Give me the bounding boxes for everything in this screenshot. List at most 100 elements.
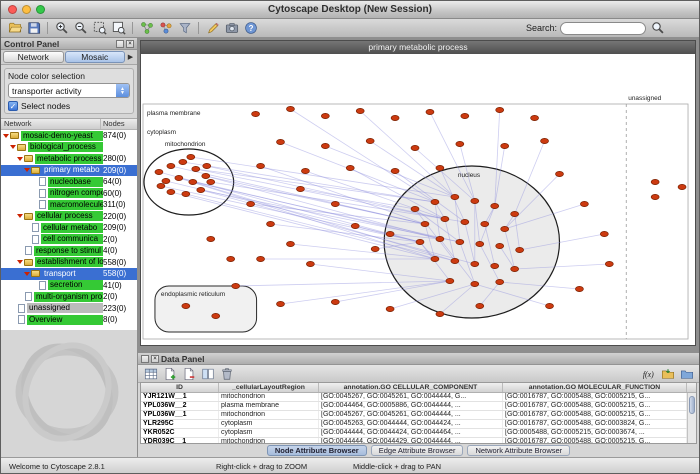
tree-row-macromolecule[interactable]: macromolecule311(0) bbox=[1, 199, 137, 211]
table-row[interactable]: YKR052Ccytoplasm[GO:0044444, GO:0044424,… bbox=[141, 429, 696, 438]
tab-mosaic[interactable]: Mosaic bbox=[65, 51, 126, 63]
expand-arrow-icon[interactable] bbox=[17, 157, 23, 161]
delete-table-icon[interactable] bbox=[218, 366, 235, 382]
zoom-fit-icon[interactable] bbox=[110, 20, 127, 36]
search-label: Search: bbox=[526, 23, 557, 33]
tree-row-nitrogen-compo[interactable]: nitrogen compo60(0) bbox=[1, 188, 137, 200]
tree-label: secretion bbox=[48, 280, 103, 290]
tab-network[interactable]: Network bbox=[3, 51, 64, 63]
select-attributes-icon[interactable] bbox=[142, 366, 159, 382]
tab-scroll-right-icon[interactable]: ▶ bbox=[126, 53, 135, 61]
expand-arrow-icon[interactable] bbox=[17, 214, 23, 218]
tree-indent bbox=[1, 158, 17, 159]
zoom-out-icon[interactable] bbox=[72, 20, 89, 36]
snapshot-icon[interactable] bbox=[223, 20, 240, 36]
float-panel-icon[interactable] bbox=[141, 355, 149, 363]
tab-node-attribute-browser[interactable]: Node Attribute Browser bbox=[267, 445, 367, 456]
expand-arrow-icon[interactable] bbox=[24, 168, 30, 172]
tree-indent bbox=[1, 170, 24, 171]
close-panel-icon[interactable]: × bbox=[126, 40, 134, 48]
status-zoom-hint: Right-click + drag to ZOOM bbox=[216, 462, 307, 471]
tree-indent bbox=[1, 147, 10, 148]
tree-column-network[interactable]: Network bbox=[1, 119, 101, 129]
table-cell: cytoplasm bbox=[219, 420, 319, 428]
search-options-icon[interactable] bbox=[649, 20, 666, 36]
tree-row-response-to-stimul[interactable]: response to stimul4(0) bbox=[1, 245, 137, 257]
tree-row-unassigned[interactable]: unassigned223(0) bbox=[1, 303, 137, 315]
network-graph[interactable]: plasma membranecytoplasmunassignedmitoch… bbox=[141, 54, 695, 345]
table-cell: [GO:0045267, GO:0045261, GO:0044444, G..… bbox=[319, 393, 503, 401]
expand-arrow-icon[interactable] bbox=[3, 134, 9, 138]
help-icon[interactable]: ? bbox=[242, 20, 259, 36]
tree-label: metabolic process bbox=[35, 154, 103, 164]
tree-row-cellular-process[interactable]: cellular process220(0) bbox=[1, 211, 137, 223]
window-titlebar[interactable]: Cytoscape Desktop (New Session) bbox=[1, 1, 699, 19]
search-group: Search: bbox=[526, 20, 666, 36]
expand-arrow-icon[interactable] bbox=[24, 272, 30, 276]
expand-arrow-icon[interactable] bbox=[17, 260, 23, 264]
zoom-selected-icon[interactable] bbox=[91, 20, 108, 36]
tree-row-metabolic-process[interactable]: metabolic process280(0) bbox=[1, 153, 137, 165]
minimize-window-button[interactable] bbox=[22, 5, 31, 14]
tree-indent bbox=[1, 181, 31, 182]
vizmapper-icon[interactable] bbox=[157, 20, 174, 36]
svg-text:cytoplasm: cytoplasm bbox=[147, 129, 176, 136]
tab-network-attribute-browser[interactable]: Network Attribute Browser bbox=[467, 445, 570, 456]
import-table-icon[interactable] bbox=[659, 366, 676, 382]
tree-row-multi-organism-pro[interactable]: multi-organism pro2(0) bbox=[1, 291, 137, 303]
tree-row-secretion[interactable]: secretion41(0) bbox=[1, 280, 137, 292]
attribute-matrix-icon[interactable] bbox=[199, 366, 216, 382]
function-builder-icon[interactable]: f(x) bbox=[640, 366, 657, 382]
tree-row-cell-communica[interactable]: cell communica2(0) bbox=[1, 234, 137, 246]
network-overview-icon[interactable] bbox=[138, 20, 155, 36]
select-nodes-checkbox[interactable]: ✓ bbox=[8, 101, 18, 111]
filter-icon[interactable] bbox=[176, 20, 193, 36]
network-frame-title[interactable]: primary metabolic process bbox=[141, 41, 695, 54]
tree-row-mosaic-demo-yeast[interactable]: mosaic-demo-yeast874(0) bbox=[1, 130, 137, 142]
tree-row-primary-metabo[interactable]: primary metabo209(0) bbox=[1, 165, 137, 177]
open-attribute-folder-icon[interactable] bbox=[678, 366, 695, 382]
tree-row-transport[interactable]: transport558(0) bbox=[1, 268, 137, 280]
zoom-in-icon[interactable] bbox=[53, 20, 70, 36]
table-scrollbar[interactable] bbox=[687, 393, 696, 443]
tree-row-nucleobase[interactable]: nucleobase64(0) bbox=[1, 176, 137, 188]
tree-row-overview[interactable]: Overview8(0) bbox=[1, 314, 137, 326]
column-header-annotation-go-molecular-function[interactable]: annotation.GO MOLECULAR_FUNCTION bbox=[503, 383, 687, 392]
tab-edge-attribute-browser[interactable]: Edge Attribute Browser bbox=[371, 445, 464, 456]
save-session-icon[interactable] bbox=[25, 20, 42, 36]
status-welcome: Welcome to Cytoscape 2.8.1 bbox=[9, 462, 105, 471]
column-header-id[interactable]: ID bbox=[141, 383, 219, 392]
delete-attribute-icon[interactable] bbox=[180, 366, 197, 382]
table-row[interactable]: YJR121W__1mitochondrion[GO:0045267, GO:0… bbox=[141, 393, 696, 402]
new-attribute-icon[interactable] bbox=[161, 366, 178, 382]
network-canvas[interactable]: plasma membranecytoplasmunassignedmitoch… bbox=[141, 54, 695, 345]
tree-row-establishment-of-lo[interactable]: establishment of lo558(0) bbox=[1, 257, 137, 269]
close-window-button[interactable] bbox=[8, 5, 17, 14]
column-header-cellularlayoutregion[interactable]: _cellularLayoutRegion bbox=[219, 383, 319, 392]
node-color-dropdown[interactable]: transporter activity ▲▼ bbox=[8, 83, 130, 98]
tree-column-nodes[interactable]: Nodes bbox=[101, 119, 137, 129]
float-panel-icon[interactable] bbox=[116, 40, 124, 48]
table-row[interactable]: YPL036W__1mitochondrion[GO:0045267, GO:0… bbox=[141, 411, 696, 420]
zoom-window-button[interactable] bbox=[36, 5, 45, 14]
tree-count: 4(0) bbox=[103, 246, 137, 255]
table-row[interactable]: YPL036W__2plasma membrane[GO:0044464, GO… bbox=[141, 402, 696, 411]
search-input[interactable] bbox=[560, 22, 646, 35]
close-panel-icon[interactable]: × bbox=[151, 355, 159, 363]
open-session-icon[interactable] bbox=[6, 20, 23, 36]
scrollbar-thumb[interactable] bbox=[689, 396, 695, 414]
tree-count: 209(0) bbox=[103, 223, 137, 232]
column-header-annotation-go-cellular-component[interactable]: annotation.GO CELLULAR_COMPONENT bbox=[319, 383, 503, 392]
tree-label: Overview bbox=[27, 315, 103, 325]
page-icon bbox=[18, 315, 25, 324]
table-cell: mitochondrion bbox=[219, 411, 319, 419]
expand-arrow-icon[interactable] bbox=[10, 145, 16, 149]
tree-row-biological-process[interactable]: biological_process bbox=[1, 142, 137, 154]
annotation-icon[interactable] bbox=[204, 20, 221, 36]
tree-row-cellular-metabo[interactable]: cellular metabo209(0) bbox=[1, 222, 137, 234]
attribute-table-body: YJR121W__1mitochondrion[GO:0045267, GO:0… bbox=[141, 393, 696, 444]
folder-icon bbox=[10, 132, 19, 139]
tree-count: 220(0) bbox=[103, 212, 137, 221]
table-row[interactable]: YLR295Ccytoplasm[GO:0045263, GO:0044444,… bbox=[141, 420, 696, 429]
page-icon bbox=[39, 177, 46, 186]
